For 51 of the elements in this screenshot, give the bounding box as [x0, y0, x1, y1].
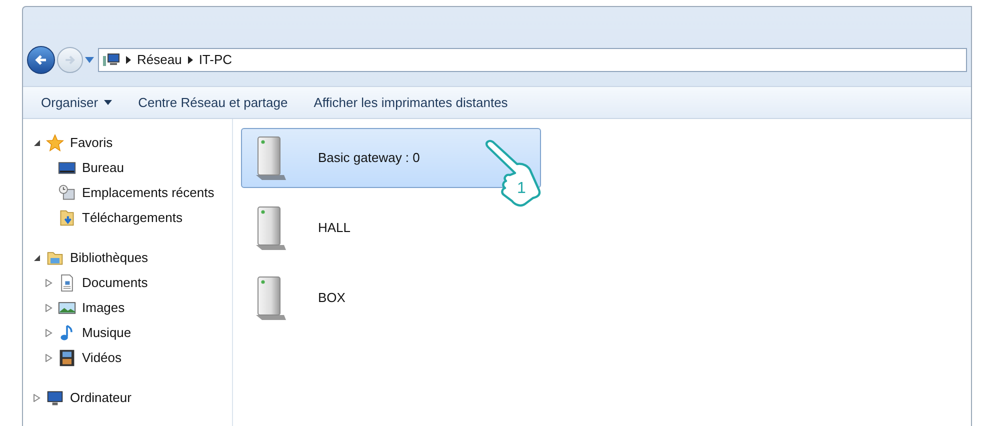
expand-arrow-icon[interactable] [45, 354, 53, 362]
nav-item[interactable]: Téléchargements [43, 208, 232, 227]
right-arrow-icon [63, 53, 77, 67]
nav-item-label[interactable]: Musique [82, 322, 132, 342]
expand-arrow-icon[interactable] [45, 278, 53, 286]
device-name: HALL [318, 219, 351, 238]
toolbar-button[interactable]: Organiser [33, 90, 120, 116]
download-folder-icon [58, 208, 76, 226]
star-icon [46, 134, 64, 152]
nav-item-label[interactable]: Documents [82, 272, 148, 292]
nav-item-label[interactable]: Images [82, 298, 125, 318]
nav-item-label[interactable]: Vidéos [82, 348, 122, 368]
toolbar-button[interactable]: Centre Réseau et partage [130, 90, 296, 116]
nav-item-label[interactable]: Emplacements récents [82, 182, 214, 202]
nav-item-label[interactable]: Bureau [82, 158, 124, 178]
nav-section-label[interactable]: Favoris [70, 132, 113, 152]
nav-item[interactable]: Vidéos [43, 348, 232, 367]
nav-item[interactable]: Images [43, 298, 232, 317]
nav-section[interactable]: Favoris [31, 133, 232, 152]
computer-icon [46, 388, 64, 406]
breadcrumb-separator-icon[interactable] [126, 56, 131, 64]
toolbar-button[interactable]: Afficher les imprimantes distantes [306, 90, 516, 116]
nav-section[interactable]: Ordinateur [31, 388, 232, 407]
collapse-arrow-icon[interactable] [33, 254, 41, 262]
back-button[interactable] [27, 46, 55, 74]
nav-section-label[interactable]: Ordinateur [70, 388, 132, 408]
expand-arrow-icon[interactable] [45, 328, 53, 336]
network-device[interactable]: HALL [241, 198, 541, 258]
expand-arrow-icon[interactable] [45, 304, 53, 312]
nav-item[interactable]: Documents [43, 273, 232, 292]
nav-item[interactable]: Musique [43, 323, 232, 342]
network-icon [102, 52, 120, 68]
nav-item[interactable]: Emplacements récents [43, 183, 232, 202]
nav-item[interactable]: Bureau [43, 158, 232, 177]
network-device[interactable]: BOX [241, 268, 541, 328]
film-icon [58, 348, 76, 366]
device-name: BOX [318, 289, 346, 308]
breadcrumb-item[interactable]: IT-PC [198, 50, 232, 70]
address-bar[interactable]: Réseau IT-PC [98, 48, 967, 72]
breadcrumb-item[interactable]: Réseau [137, 50, 182, 70]
nav-section[interactable]: Bibliothèques [31, 248, 232, 267]
nav-item-label[interactable]: Téléchargements [82, 208, 182, 228]
collapse-arrow-icon[interactable] [33, 138, 41, 146]
history-dropdown-icon[interactable] [85, 57, 94, 63]
breadcrumb-separator-icon[interactable] [188, 56, 193, 64]
expand-arrow-icon[interactable] [33, 394, 41, 402]
recent-places-icon [58, 184, 76, 202]
caret-icon [104, 100, 112, 105]
nav-section-label[interactable]: Bibliothèques [70, 248, 148, 268]
device-name: Basic gateway : 0 [318, 149, 420, 168]
document-icon [58, 274, 76, 292]
